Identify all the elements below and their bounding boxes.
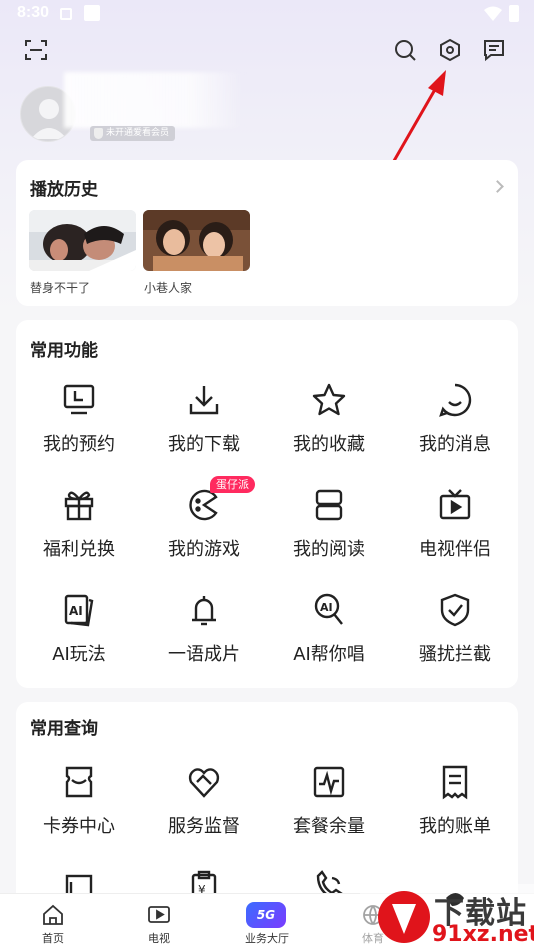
func-label: AI帮你唱 [293,644,365,665]
history-caption-2[interactable]: 小巷人家 [144,279,192,296]
svg-text:AI: AI [320,601,333,614]
star-icon [312,383,346,416]
bell-icon [192,596,216,626]
nav-label: 首页 [42,932,64,945]
smile-chat-icon [439,383,472,417]
func-favorites[interactable]: 我的收藏 [266,382,392,472]
status-time: 8:30 [17,4,50,21]
nav-label: 电视 [148,932,170,945]
message-icon[interactable] [481,37,507,63]
func-label: 我的阅读 [293,539,365,560]
nav-business-hall[interactable]: 5G 业务大厅 [227,894,307,950]
func-label: 骚扰拦截 [419,644,491,665]
func-label: 我的下载 [168,434,240,455]
vip-shield-icon [94,128,103,139]
tv-play-icon [148,906,170,923]
download-icon [189,386,219,415]
chevron-right-icon[interactable] [491,180,504,193]
common-queries-card: 常用查询 卡券中心 服务监督 套餐余量 我的账单 ¥ [16,702,518,912]
username-redacted [64,72,244,128]
video-thumbnail-image [143,210,250,271]
member-badge[interactable]: 未开通爱看会员 [90,126,176,141]
video-thumbnail-image [29,210,136,271]
history-thumb-2[interactable] [143,210,250,271]
watermark-text-bottom: 91xz.net [432,922,534,947]
tv-icon [439,489,471,520]
func-messages[interactable]: 我的消息 [392,382,518,472]
status-bar: 8:30 [0,0,534,28]
func-label: 一语成片 [168,644,240,665]
query-label: 套餐余量 [293,816,365,837]
func-label: AI玩法 [52,644,106,665]
5g-icon: 5G [246,902,286,928]
query-my-bill[interactable]: 我的账单 [392,764,518,854]
monitor-clock-icon [63,384,95,415]
nav-home[interactable]: 首页 [13,894,93,950]
query-plan-balance[interactable]: 套餐余量 [266,764,392,854]
func-rewards[interactable]: 福利兑换 [16,487,142,577]
history-card: 播放历史 替身不干了 小巷人家 [16,160,518,306]
func-download[interactable]: 我的下载 [141,382,267,472]
query-service-supervision[interactable]: 服务监督 [141,764,267,854]
nav-tv[interactable]: 电视 [119,894,199,950]
func-games[interactable]: 我的游戏 [141,487,267,577]
func-one-phrase[interactable]: 一语成片 [141,592,267,682]
member-badge-label: 未开通爱看会员 [106,128,170,138]
scan-icon[interactable] [23,37,49,63]
func-label: 我的收藏 [293,434,365,455]
history-title: 播放历史 [30,180,98,200]
history-caption-1[interactable]: 替身不干了 [30,279,90,296]
history-thumb-1[interactable] [29,210,136,271]
common-functions-title: 常用功能 [30,341,98,361]
func-label: 我的预约 [43,434,115,455]
query-label: 我的账单 [419,816,491,837]
func-label: 我的游戏 [168,539,240,560]
func-label: 电视伴侣 [419,539,491,560]
pulse-chart-icon [313,766,345,798]
func-ai-sing[interactable]: AI AI帮你唱 [266,592,392,682]
func-ai-play[interactable]: AI AI玩法 [16,592,142,682]
gift-icon [64,491,94,521]
func-reading[interactable]: 我的阅读 [266,487,392,577]
func-tv-companion[interactable]: 电视伴侣 [392,487,518,577]
handshake-heart-icon [188,768,220,798]
ai-mic-icon: AI [314,593,343,625]
coupon-icon [65,766,93,798]
battery-icon [509,5,519,22]
func-appointment[interactable]: 我的预约 [16,382,142,472]
notification-icon [60,8,72,20]
receipt-icon [442,765,468,800]
func-label: 福利兑换 [43,539,115,560]
game-promo-tag[interactable]: 蛋仔派 [210,476,255,493]
settings-icon[interactable] [437,37,463,63]
query-label: 卡券中心 [43,816,115,837]
query-coupons[interactable]: 卡券中心 [16,764,142,854]
func-harassment-block[interactable]: 骚扰拦截 [392,592,518,682]
func-label: 我的消息 [419,434,491,455]
wifi-icon [484,6,502,21]
shield-check-icon [440,593,470,627]
common-functions-card: 常用功能 我的预约 我的下载 我的收藏 我的消息 福利兑换 我的游戏 我的阅读 … [16,320,518,688]
search-icon[interactable] [392,37,418,63]
nav-label: 业务大厅 [245,932,289,945]
home-icon [43,904,63,925]
book-icon [315,489,343,521]
svg-text:AI: AI [69,604,83,618]
common-queries-title: 常用查询 [30,719,98,739]
ai-cards-icon: AI [64,594,94,627]
query-label: 服务监督 [168,816,240,837]
app-notification-icon [84,5,100,21]
